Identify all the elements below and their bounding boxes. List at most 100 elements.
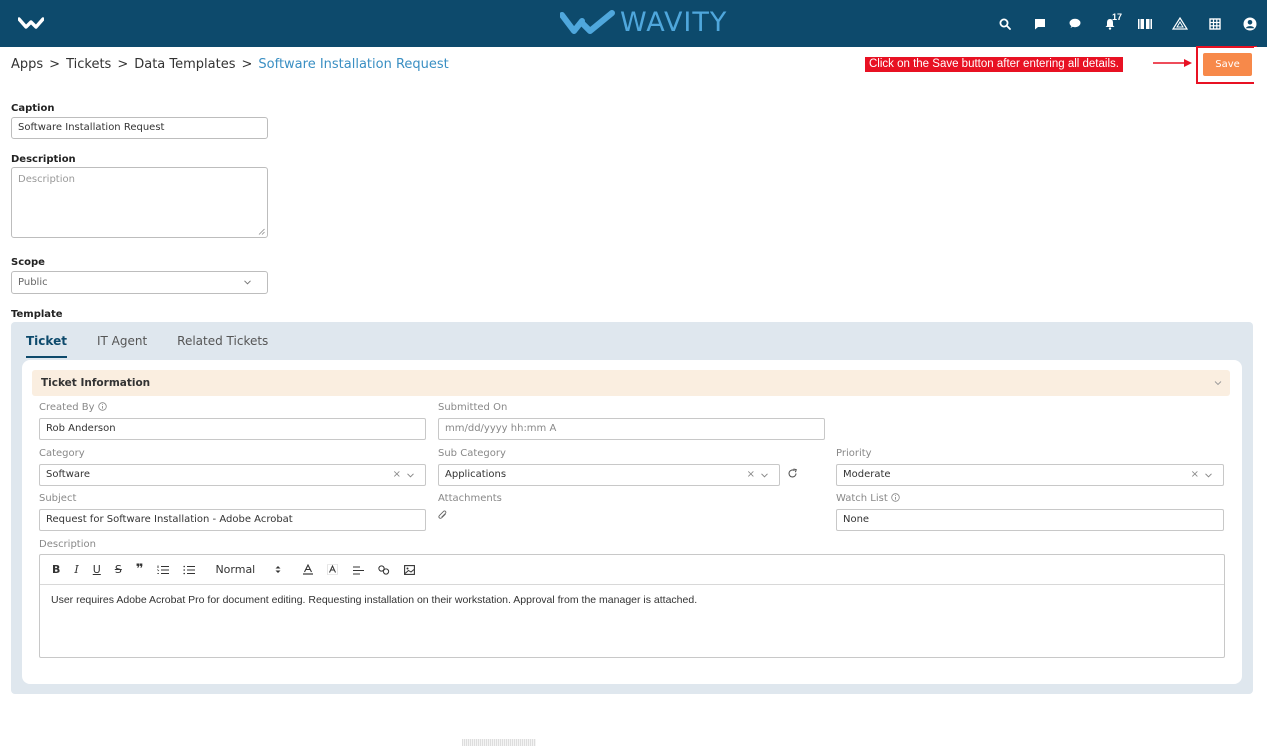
created-by-field[interactable]: Rob Anderson — [39, 418, 426, 440]
ticket-description-label: Description — [39, 539, 96, 550]
grid-icon[interactable] — [1197, 0, 1232, 47]
scope-label: Scope — [11, 257, 45, 268]
notification-bell[interactable]: 17 — [1092, 0, 1127, 47]
clear-icon[interactable]: × — [1191, 465, 1199, 485]
category-label: Category — [39, 448, 85, 459]
search-icon[interactable] — [987, 0, 1022, 47]
category-value: Software — [46, 469, 91, 480]
breadcrumb-current: Software Installation Request — [258, 57, 449, 72]
ticket-information-header[interactable]: Ticket Information — [32, 370, 1230, 396]
template-label: Template — [11, 309, 63, 320]
image-icon — [404, 564, 416, 575]
section-title: Ticket Information — [41, 377, 151, 389]
bullet-list-button[interactable] — [183, 565, 196, 575]
menu-logo-icon[interactable] — [17, 14, 45, 35]
chevron-down-icon — [761, 473, 768, 478]
priority-value: Moderate — [843, 469, 891, 480]
italic-button[interactable]: I — [74, 563, 78, 576]
tab-it-agent[interactable]: IT Agent — [97, 334, 147, 358]
arrow-right-icon — [1153, 58, 1193, 71]
image-button[interactable] — [404, 564, 416, 575]
info-icon[interactable] — [891, 493, 900, 502]
bold-button[interactable]: B — [52, 563, 60, 576]
blockquote-button[interactable]: ❞ — [136, 562, 144, 577]
subject-field[interactable]: Request for Software Installation - Adob… — [39, 509, 426, 531]
template-panel: Ticket IT Agent Related Tickets Ticket I… — [11, 322, 1253, 694]
description-label: Description — [11, 154, 76, 165]
submitted-on-field[interactable]: mm/dd/yyyy hh:mm A — [438, 418, 825, 440]
header-actions: 17 — [987, 0, 1267, 47]
attachments-label: Attachments — [438, 493, 502, 504]
breadcrumb-separator: > — [241, 57, 253, 72]
caption-label: Caption — [11, 103, 55, 114]
priority-select[interactable]: Moderate × — [836, 464, 1224, 486]
brand-name: WAVITY — [620, 7, 728, 38]
template-tabs: Ticket IT Agent Related Tickets — [26, 334, 298, 358]
instruction-callout: Click on the Save button after entering … — [865, 57, 1123, 72]
bullet-list-icon — [183, 565, 196, 574]
align-icon — [353, 566, 365, 574]
clear-icon[interactable]: × — [393, 465, 401, 485]
breadcrumb-separator: > — [117, 57, 129, 72]
caption-field[interactable]: Software Installation Request — [11, 117, 268, 139]
rich-text-editor: B I U S ❞ Normal User requires Adobe Acr… — [39, 554, 1225, 658]
ticket-card: Ticket Information Created By Rob Anders… — [22, 360, 1242, 684]
strikethrough-button[interactable]: S — [115, 563, 122, 576]
tab-ticket[interactable]: Ticket — [26, 334, 67, 358]
category-select[interactable]: Software × — [39, 464, 426, 486]
description-placeholder: Description — [18, 174, 75, 185]
ordered-list-button[interactable] — [157, 565, 170, 575]
priority-label: Priority — [836, 448, 872, 459]
scope-select[interactable]: Public — [11, 271, 268, 294]
refresh-icon[interactable] — [787, 468, 798, 479]
alert-triangle-icon[interactable] — [1162, 0, 1197, 47]
watch-list-label: Watch List — [836, 493, 900, 504]
top-navigation-bar: WAVITY 17 — [0, 0, 1267, 47]
clear-icon[interactable]: × — [747, 465, 755, 485]
breadcrumb-apps[interactable]: Apps — [11, 57, 43, 72]
breadcrumb-data-templates[interactable]: Data Templates — [134, 57, 235, 72]
background-color-button[interactable] — [327, 564, 339, 575]
resize-handle-icon[interactable] — [258, 228, 265, 235]
sub-category-label: Sub Category — [438, 448, 506, 459]
chevron-down-icon — [1214, 381, 1222, 386]
submitted-on-label: Submitted On — [438, 402, 508, 413]
text-color-icon — [303, 564, 314, 575]
link-icon — [378, 564, 390, 575]
paperclip-icon[interactable] — [438, 510, 448, 521]
sub-category-select[interactable]: Applications × — [438, 464, 780, 486]
underline-button[interactable]: U — [93, 563, 101, 576]
tab-related-tickets[interactable]: Related Tickets — [177, 334, 268, 358]
chat-icon[interactable] — [1057, 0, 1092, 47]
link-button[interactable] — [378, 564, 390, 575]
notification-count: 17 — [1112, 12, 1123, 22]
watch-list-field[interactable]: None — [836, 509, 1224, 531]
wavity-logo-icon — [560, 10, 615, 34]
scrollbar-track[interactable] — [1254, 47, 1267, 746]
chevron-down-icon — [1205, 473, 1212, 478]
created-by-label: Created By — [39, 402, 107, 413]
chevron-down-icon — [407, 473, 414, 478]
brand-logo[interactable]: WAVITY — [560, 8, 727, 38]
book-icon[interactable] — [1127, 0, 1162, 47]
chevron-down-icon — [244, 280, 251, 285]
breadcrumb-tickets[interactable]: Tickets — [66, 57, 111, 72]
editor-toolbar: B I U S ❞ Normal — [40, 555, 1224, 585]
info-icon[interactable] — [98, 402, 107, 411]
subject-label: Subject — [39, 493, 77, 504]
breadcrumb: Apps > Tickets > Data Templates > Software Ins… — [11, 57, 449, 72]
background-color-icon — [327, 564, 339, 575]
format-select[interactable]: Normal — [215, 563, 281, 576]
save-button[interactable]: Save — [1203, 53, 1252, 76]
ordered-list-icon — [157, 565, 170, 574]
sub-category-value: Applications — [445, 469, 507, 480]
align-button[interactable] — [352, 565, 365, 575]
resize-grip[interactable] — [462, 739, 536, 746]
editor-content[interactable]: User requires Adobe Acrobat Pro for docu… — [40, 585, 1224, 615]
breadcrumb-separator: > — [49, 57, 61, 72]
user-icon[interactable] — [1232, 0, 1267, 47]
text-color-button[interactable] — [303, 564, 314, 575]
message-icon[interactable] — [1022, 0, 1057, 47]
format-value: Normal — [215, 563, 256, 576]
description-textarea[interactable]: Description — [11, 167, 268, 238]
